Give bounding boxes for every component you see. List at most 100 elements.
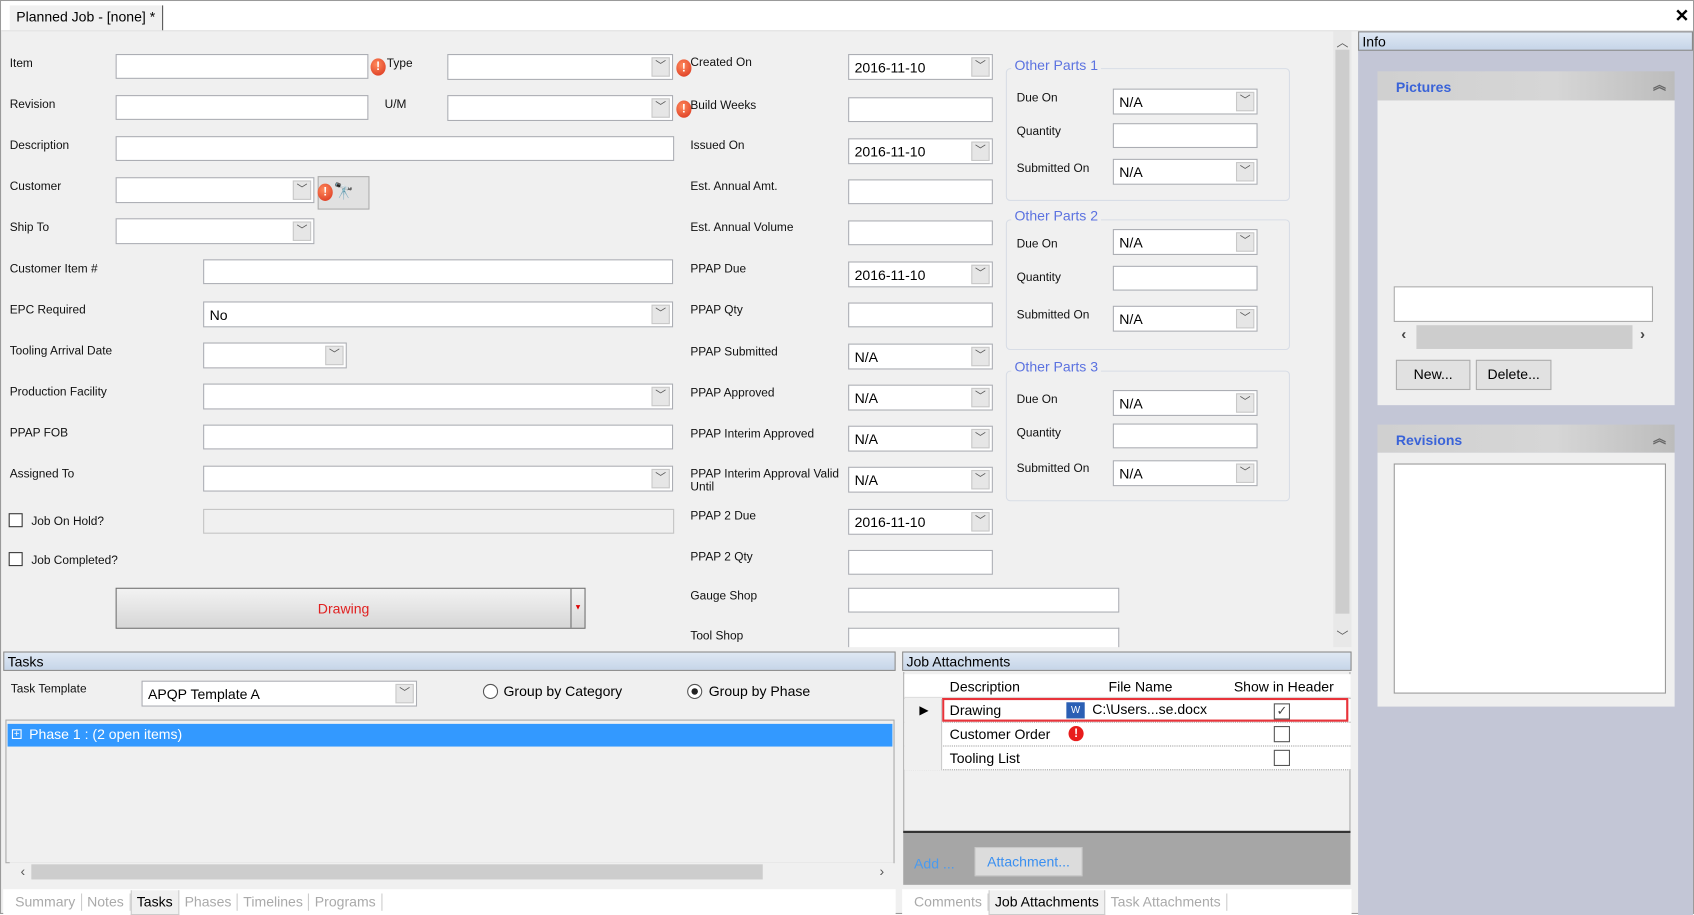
customer-dropdown[interactable]: ﹀ <box>115 177 315 204</box>
attachment-row[interactable]: Tooling List <box>904 746 1351 771</box>
est-annual-volume-input[interactable] <box>848 220 993 246</box>
gauge-shop-input[interactable] <box>848 587 1120 613</box>
ppap-qty-input[interactable] <box>848 302 993 328</box>
add-link[interactable]: Add ... <box>914 856 955 872</box>
ppap-fob-input[interactable] <box>203 424 674 450</box>
column-file-name[interactable]: File Name <box>1108 678 1172 694</box>
collapse-icon[interactable]: ︽ <box>1653 76 1666 94</box>
job-on-hold-checkbox[interactable] <box>8 513 23 528</box>
chevron-down-icon[interactable]: ﹀ <box>971 387 990 408</box>
tab-notes[interactable]: Notes <box>82 893 131 911</box>
production-facility-dropdown[interactable]: ﹀ <box>203 383 674 410</box>
other-parts-3-due-dropdown[interactable]: N/A ﹀ <box>1112 390 1258 416</box>
revisions-list[interactable] <box>1393 463 1666 694</box>
other-parts-3-quantity-input[interactable] <box>1112 423 1258 449</box>
tab-job-attachments[interactable]: Job Attachments <box>988 889 1106 915</box>
chevron-down-icon[interactable]: ﹀ <box>971 428 990 449</box>
type-dropdown[interactable]: ﹀ <box>447 54 674 80</box>
scrollbar-thumb[interactable] <box>1335 49 1350 614</box>
build-weeks-input[interactable] <box>848 97 993 123</box>
ppap-interim-approved-dropdown[interactable]: N/A ﹀ <box>848 425 993 452</box>
other-parts-2-quantity-input[interactable] <box>1112 265 1258 291</box>
tab-task-attachments[interactable]: Task Attachments <box>1105 893 1228 911</box>
chevron-down-icon[interactable]: ﹀ <box>292 180 312 200</box>
chevron-down-icon[interactable]: ﹀ <box>971 57 990 77</box>
ship-to-dropdown[interactable]: ﹀ <box>115 218 315 245</box>
attachment-row[interactable]: Customer Order ! <box>904 722 1351 747</box>
scrollbar-thumb[interactable] <box>31 864 763 880</box>
um-dropdown[interactable]: ﹀ <box>447 95 674 122</box>
expand-icon[interactable]: + <box>11 729 22 739</box>
chevron-down-icon[interactable]: ﹀ <box>971 469 990 490</box>
chevron-down-icon[interactable]: ﹀ <box>1235 393 1255 413</box>
customer-item-input[interactable] <box>203 259 674 285</box>
tab-summary[interactable]: Summary <box>10 893 82 911</box>
description-input[interactable] <box>115 136 675 161</box>
other-parts-2-submitted-dropdown[interactable]: N/A ﹀ <box>1112 305 1258 332</box>
chevron-down-icon[interactable]: ﹀ <box>395 683 414 704</box>
chevron-down-icon[interactable]: ﹀ <box>971 512 990 532</box>
chevron-down-icon[interactable]: ﹀ <box>1235 91 1255 112</box>
tab-tasks[interactable]: Tasks <box>130 889 180 915</box>
new-picture-button[interactable]: New... <box>1395 359 1471 391</box>
chevron-down-icon[interactable]: ﹀ <box>651 57 670 77</box>
tasks-horizontal-scrollbar[interactable]: ‹ › <box>9 862 894 882</box>
chevron-down-icon[interactable]: ﹀ <box>651 386 670 407</box>
tab-comments[interactable]: Comments <box>909 893 989 911</box>
attachment-button[interactable]: Attachment... <box>974 847 1083 877</box>
chevron-down-icon[interactable]: ﹀ <box>971 141 990 161</box>
chevron-down-icon[interactable]: ﹀ <box>1235 162 1255 182</box>
job-completed-checkbox[interactable] <box>8 552 23 567</box>
revisions-section-header[interactable]: Revisions ︽ <box>1377 424 1675 453</box>
form-vertical-scrollbar[interactable]: ︿ ﹀ <box>1333 31 1352 648</box>
close-icon[interactable]: ✕ <box>1675 5 1689 27</box>
chevron-down-icon[interactable]: ﹀ <box>1235 463 1255 483</box>
scroll-right-icon[interactable]: › <box>1640 325 1645 342</box>
tab-planned-job[interactable]: Planned Job - [none] * <box>9 5 163 31</box>
other-parts-2-due-dropdown[interactable]: N/A ﹀ <box>1112 229 1258 255</box>
chevron-down-icon[interactable]: ﹀ <box>651 304 670 325</box>
revision-input[interactable] <box>115 95 369 120</box>
tab-phases[interactable]: Phases <box>179 893 238 911</box>
created-on-dropdown[interactable]: 2016-11-10 ﹀ <box>848 54 993 80</box>
dropdown-arrow-icon[interactable]: ▼ <box>570 588 584 628</box>
column-description[interactable]: Description <box>950 678 1020 694</box>
scroll-left-icon[interactable]: ‹ <box>21 863 26 879</box>
ppap-due-dropdown[interactable]: 2016-11-10 ﹀ <box>848 261 993 288</box>
column-show-in-header[interactable]: Show in Header <box>1234 678 1334 694</box>
other-parts-3-submitted-dropdown[interactable]: N/A ﹀ <box>1112 460 1258 487</box>
item-input[interactable] <box>115 54 369 79</box>
show-in-header-checkbox[interactable] <box>1273 749 1290 767</box>
other-parts-1-quantity-input[interactable] <box>1112 123 1258 149</box>
chevron-down-icon[interactable]: ﹀ <box>971 264 990 285</box>
chevron-down-icon[interactable]: ﹀ <box>325 345 344 366</box>
ppap-interim-valid-dropdown[interactable]: N/A ﹀ <box>848 466 993 493</box>
ppap2-due-dropdown[interactable]: 2016-11-10 ﹀ <box>848 508 993 535</box>
scroll-right-icon[interactable]: › <box>879 863 884 879</box>
chevron-down-icon[interactable]: ﹀ <box>292 221 312 241</box>
est-annual-amt-input[interactable] <box>848 179 993 205</box>
tree-row-phase-1[interactable]: + Phase 1 : (2 open items) <box>7 723 893 747</box>
chevron-down-icon[interactable]: ﹀ <box>1235 308 1255 329</box>
issued-on-dropdown[interactable]: 2016-11-10 ﹀ <box>848 138 993 165</box>
assigned-to-dropdown[interactable]: ﹀ <box>203 465 674 492</box>
epc-required-dropdown[interactable]: No ﹀ <box>203 301 674 328</box>
other-parts-1-due-dropdown[interactable]: N/A ﹀ <box>1112 88 1258 115</box>
scroll-up-icon[interactable]: ︿ <box>1336 33 1348 50</box>
ppap-submitted-dropdown[interactable]: N/A ﹀ <box>848 343 993 370</box>
drawing-split-button[interactable]: Drawing ▼ <box>115 587 586 629</box>
delete-picture-button[interactable]: Delete... <box>1475 359 1552 391</box>
chevron-down-icon[interactable]: ﹀ <box>651 468 670 489</box>
show-in-header-checkbox[interactable] <box>1273 726 1290 743</box>
tooling-arrival-dropdown[interactable]: ﹀ <box>203 342 347 369</box>
tool-shop-input[interactable] <box>848 627 1120 648</box>
chevron-down-icon[interactable]: ﹀ <box>651 98 670 118</box>
pictures-scrollbar-thumb[interactable] <box>1416 325 1633 349</box>
tab-timelines[interactable]: Timelines <box>238 893 310 911</box>
scroll-down-icon[interactable]: ﹀ <box>1336 628 1348 645</box>
chevron-down-icon[interactable]: ﹀ <box>971 346 990 367</box>
task-template-dropdown[interactable]: APQP Template A ﹀ <box>141 680 418 707</box>
pictures-section-header[interactable]: Pictures ︽ <box>1377 71 1675 101</box>
other-parts-1-submitted-dropdown[interactable]: N/A ﹀ <box>1112 158 1258 185</box>
chevron-down-icon[interactable]: ﹀ <box>1235 232 1255 252</box>
